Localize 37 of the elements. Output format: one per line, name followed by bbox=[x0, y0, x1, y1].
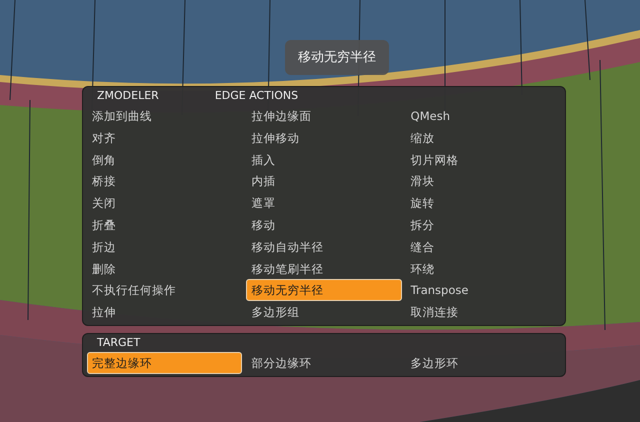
action-button[interactable]: 滑块 bbox=[406, 170, 561, 192]
target-button[interactable]: 完整边缘环 bbox=[87, 352, 242, 374]
action-button[interactable]: 环绕 bbox=[406, 258, 561, 280]
action-button[interactable]: 删除 bbox=[87, 258, 242, 280]
action-button[interactable]: 取消连接 bbox=[406, 301, 561, 323]
action-button[interactable]: 缩放 bbox=[406, 126, 561, 149]
tooltip: 移动无穷半径 bbox=[285, 40, 389, 75]
action-button[interactable]: Transpose bbox=[406, 279, 561, 302]
action-button[interactable]: 拆分 bbox=[406, 214, 561, 236]
action-button[interactable]: 移动自动半径 bbox=[246, 236, 402, 258]
action-button[interactable]: 添加到曲线 bbox=[87, 105, 242, 127]
target-button[interactable]: 部分边缘环 bbox=[246, 352, 402, 374]
action-button[interactable]: 桥接 bbox=[87, 170, 242, 192]
action-button[interactable]: 缝合 bbox=[406, 236, 561, 258]
action-button[interactable]: 多边形组 bbox=[246, 301, 402, 323]
action-button[interactable]: 遮罩 bbox=[246, 192, 402, 214]
action-button[interactable]: 移动无穷半径 bbox=[246, 279, 402, 302]
action-button[interactable]: 切片网格 bbox=[406, 148, 561, 170]
action-button[interactable]: 关闭 bbox=[87, 192, 242, 214]
action-button[interactable]: 插入 bbox=[246, 148, 402, 170]
action-button[interactable]: 旋转 bbox=[406, 192, 561, 214]
panel-heading: EDGE ACTIONS bbox=[214, 88, 298, 104]
action-button[interactable]: 拉伸移动 bbox=[246, 126, 402, 149]
action-button[interactable]: 内插 bbox=[246, 170, 402, 192]
action-button[interactable]: 拉伸边缘面 bbox=[246, 105, 402, 127]
action-button[interactable]: 对齐 bbox=[87, 126, 242, 149]
action-button[interactable]: 移动 bbox=[246, 214, 402, 236]
panel-heading: TARGET bbox=[97, 335, 140, 352]
target-button[interactable]: 多边形环 bbox=[406, 352, 561, 374]
action-button[interactable]: 倒角 bbox=[87, 148, 242, 170]
action-button[interactable]: QMesh bbox=[406, 105, 561, 127]
action-button[interactable]: 移动笔刷半径 bbox=[246, 258, 402, 280]
action-button[interactable]: 折边 bbox=[87, 236, 242, 258]
action-button[interactable]: 不执行任何操作 bbox=[87, 279, 242, 302]
action-button[interactable]: 折叠 bbox=[87, 214, 242, 236]
action-button[interactable]: 拉伸 bbox=[87, 301, 242, 323]
panel-heading: ZMODELER bbox=[97, 88, 159, 104]
